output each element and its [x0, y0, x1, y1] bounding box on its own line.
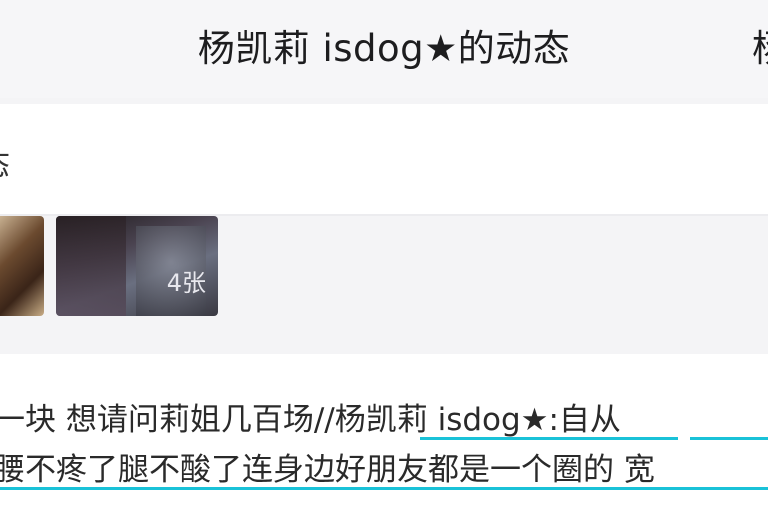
photo-thumbnail[interactable]	[0, 216, 44, 316]
photo-strip: 4张	[0, 216, 768, 354]
photo-thumbnail-more[interactable]: 4张	[56, 216, 218, 316]
photo-count-badge: 4张	[166, 269, 206, 297]
highlight-underline	[0, 487, 768, 490]
next-title-partial[interactable]: 杨	[752, 18, 768, 72]
tab-label[interactable]: 态	[0, 140, 10, 184]
tab-row[interactable]: 态	[0, 104, 768, 214]
highlight-underline	[420, 437, 678, 440]
page-title: 杨凯莉 isdog★的动态	[197, 27, 571, 70]
photo-shade	[56, 216, 126, 316]
post-content: 一块 想请问莉姐几百场//杨凯莉 isdog★:自从 腰不疼了腿不酸了连身边好朋…	[0, 354, 768, 510]
post-text-line: 一块 想请问莉姐几百场//杨凯莉 isdog★:自从	[0, 402, 621, 438]
post-text-line: 腰不疼了腿不酸了连身边好朋友都是一个圈的 宽	[0, 452, 655, 488]
highlight-underline	[690, 437, 768, 440]
navigation-header: 杨凯莉 isdog★的动态 杨	[0, 0, 768, 98]
